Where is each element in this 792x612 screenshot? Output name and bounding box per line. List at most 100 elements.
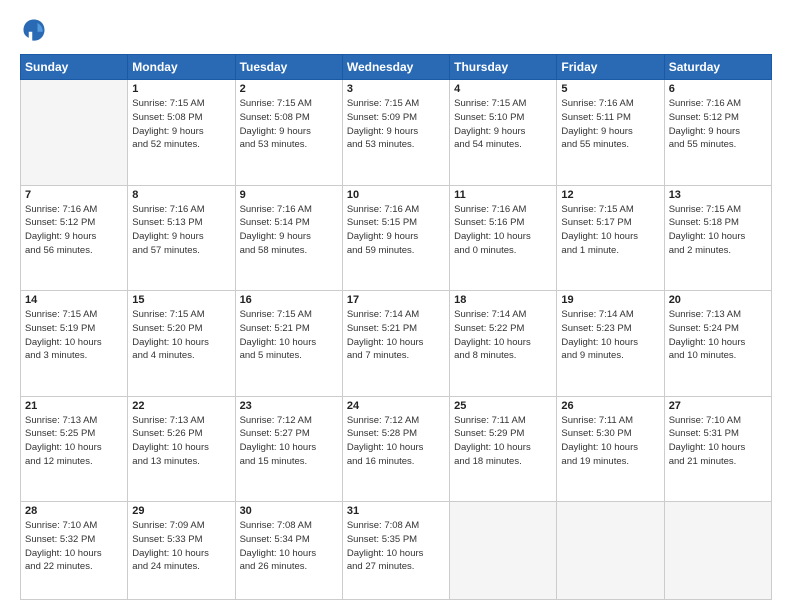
day-number: 12 xyxy=(561,189,659,201)
day-number: 24 xyxy=(347,400,445,412)
day-of-week-header: Saturday xyxy=(664,55,771,80)
calendar-day-cell: 16Sunrise: 7:15 AMSunset: 5:21 PMDayligh… xyxy=(235,291,342,397)
day-of-week-header: Sunday xyxy=(21,55,128,80)
day-of-week-header: Wednesday xyxy=(342,55,449,80)
calendar-day-cell: 22 Sunrise: 7:13 AMSunset: 5:26 PMDayligh… xyxy=(128,396,235,502)
day-info: Sunrise: 7:14 AMSunset: 5:21 PMDaylight:… xyxy=(347,308,445,363)
logo-icon xyxy=(20,16,48,44)
calendar-day-cell: 11 Sunrise: 7:16 AMSunset: 5:16 PMDayligh… xyxy=(450,185,557,291)
calendar-day-cell: 19 Sunrise: 7:14 AMSunset: 5:23 PMDayligh… xyxy=(557,291,664,397)
day-info: Sunrise: 7:16 AMSunset: 5:12 PMDaylight:… xyxy=(25,203,123,258)
day-info: Sunrise: 7:16 AMSunset: 5:11 PMDaylight:… xyxy=(561,97,659,152)
calendar-day-cell xyxy=(21,80,128,186)
day-info: Sunrise: 7:15 AMSunset: 5:09 PMDaylight:… xyxy=(347,97,445,152)
day-info: Sunrise: 7:12 AMSunset: 5:28 PMDaylight:… xyxy=(347,414,445,469)
calendar-day-cell: 21 Sunrise: 7:13 AMSunset: 5:25 PMDayligh… xyxy=(21,396,128,502)
day-number: 11 xyxy=(454,189,552,201)
day-number: 18 xyxy=(454,294,552,306)
day-number: 19 xyxy=(561,294,659,306)
calendar-day-cell: 2 Sunrise: 7:15 AMSunset: 5:08 PMDaylight… xyxy=(235,80,342,186)
day-info: Sunrise: 7:11 AMSunset: 5:29 PMDaylight:… xyxy=(454,414,552,469)
day-number: 7 xyxy=(25,189,123,201)
day-number: 4 xyxy=(454,83,552,95)
calendar-week-row: 14 Sunrise: 7:15 AMSunset: 5:19 PMDayligh… xyxy=(21,291,772,397)
calendar-day-cell: 1Sunrise: 7:15 AMSunset: 5:08 PMDaylight… xyxy=(128,80,235,186)
day-info: Sunrise: 7:15 AMSunset: 5:19 PMDaylight:… xyxy=(25,308,123,363)
calendar-day-cell: 31Sunrise: 7:08 AMSunset: 5:35 PMDayligh… xyxy=(342,502,449,600)
day-info: Sunrise: 7:10 AMSunset: 5:32 PMDaylight:… xyxy=(25,519,123,574)
calendar-day-cell: 27 Sunrise: 7:10 AMSunset: 5:31 PMDayligh… xyxy=(664,396,771,502)
day-info: Sunrise: 7:11 AMSunset: 5:30 PMDaylight:… xyxy=(561,414,659,469)
calendar-day-cell: 8 Sunrise: 7:16 AMSunset: 5:13 PMDaylight… xyxy=(128,185,235,291)
day-number: 26 xyxy=(561,400,659,412)
day-number: 8 xyxy=(132,189,230,201)
calendar-day-cell: 30 Sunrise: 7:08 AMSunset: 5:34 PMDayligh… xyxy=(235,502,342,600)
calendar-day-cell: 4 Sunrise: 7:15 AMSunset: 5:10 PMDaylight… xyxy=(450,80,557,186)
calendar-week-row: 28 Sunrise: 7:10 AMSunset: 5:32 PMDayligh… xyxy=(21,502,772,600)
day-info: Sunrise: 7:14 AMSunset: 5:22 PMDaylight:… xyxy=(454,308,552,363)
day-of-week-header: Monday xyxy=(128,55,235,80)
calendar-day-cell: 15Sunrise: 7:15 AMSunset: 5:20 PMDayligh… xyxy=(128,291,235,397)
day-info: Sunrise: 7:15 AMSunset: 5:20 PMDaylight:… xyxy=(132,308,230,363)
calendar-day-cell: 12 Sunrise: 7:15 AMSunset: 5:17 PMDayligh… xyxy=(557,185,664,291)
calendar-body: 1 Sunrise: 7:15 AMSunset: 5:08 PMDaylight… xyxy=(21,80,772,600)
calendar-day-cell xyxy=(450,502,557,600)
day-number: 14 xyxy=(25,294,123,306)
day-info: Sunrise: 7:08 AMSunset: 5:34 PMDaylight:… xyxy=(240,519,338,574)
day-number: 20 xyxy=(669,294,767,306)
day-number: 1 xyxy=(132,83,230,95)
calendar-day-cell: 20Sunrise: 7:13 AMSunset: 5:24 PMDayligh… xyxy=(664,291,771,397)
day-number: 10 xyxy=(347,189,445,201)
day-info: Sunrise: 7:14 AMSunset: 5:23 PMDaylight:… xyxy=(561,308,659,363)
calendar-day-cell: 7 Sunrise: 7:16 AMSunset: 5:12 PMDaylight… xyxy=(21,185,128,291)
day-info: Sunrise: 7:15 AMSunset: 5:10 PMDaylight:… xyxy=(454,97,552,152)
day-number: 25 xyxy=(454,400,552,412)
calendar-header: SundayMondayTuesdayWednesdayThursdayFrid… xyxy=(21,55,772,80)
day-info: Sunrise: 7:15 AMSunset: 5:18 PMDaylight:… xyxy=(669,203,767,258)
day-info: Sunrise: 7:10 AMSunset: 5:31 PMDaylight:… xyxy=(669,414,767,469)
day-info: Sunrise: 7:16 AMSunset: 5:14 PMDaylight:… xyxy=(240,203,338,258)
day-number: 22 xyxy=(132,400,230,412)
calendar-day-cell: 3 Sunrise: 7:15 AMSunset: 5:09 PMDaylight… xyxy=(342,80,449,186)
calendar-day-cell: 14 Sunrise: 7:15 AMSunset: 5:19 PMDayligh… xyxy=(21,291,128,397)
day-number: 30 xyxy=(240,505,338,517)
day-number: 29 xyxy=(132,505,230,517)
day-info: Sunrise: 7:15 AMSunset: 5:08 PMDaylight:… xyxy=(240,97,338,152)
day-info: Sunrise: 7:13 AMSunset: 5:25 PMDaylight:… xyxy=(25,414,123,469)
day-info: Sunrise: 7:16 AMSunset: 5:13 PMDaylight:… xyxy=(132,203,230,258)
calendar-day-cell: 5 Sunrise: 7:16 AMSunset: 5:11 PMDaylight… xyxy=(557,80,664,186)
calendar-day-cell xyxy=(664,502,771,600)
day-number: 5 xyxy=(561,83,659,95)
page: SundayMondayTuesdayWednesdayThursdayFrid… xyxy=(0,0,792,612)
day-info: Sunrise: 7:13 AMSunset: 5:26 PMDaylight:… xyxy=(132,414,230,469)
calendar-day-cell: 25 Sunrise: 7:11 AMSunset: 5:29 PMDayligh… xyxy=(450,396,557,502)
day-info: Sunrise: 7:15 AMSunset: 5:17 PMDaylight:… xyxy=(561,203,659,258)
calendar-day-cell: 18 Sunrise: 7:14 AMSunset: 5:22 PMDayligh… xyxy=(450,291,557,397)
day-number: 6 xyxy=(669,83,767,95)
calendar-day-cell: 28 Sunrise: 7:10 AMSunset: 5:32 PMDayligh… xyxy=(21,502,128,600)
day-of-week-header: Friday xyxy=(557,55,664,80)
day-number: 21 xyxy=(25,400,123,412)
calendar-day-cell: 26 Sunrise: 7:11 AMSunset: 5:30 PMDayligh… xyxy=(557,396,664,502)
day-number: 28 xyxy=(25,505,123,517)
calendar-day-cell: 17 Sunrise: 7:14 AMSunset: 5:21 PMDayligh… xyxy=(342,291,449,397)
day-number: 2 xyxy=(240,83,338,95)
day-number: 13 xyxy=(669,189,767,201)
calendar-day-cell: 24 Sunrise: 7:12 AMSunset: 5:28 PMDayligh… xyxy=(342,396,449,502)
calendar-table: SundayMondayTuesdayWednesdayThursdayFrid… xyxy=(20,54,772,600)
calendar-day-cell: 29Sunrise: 7:09 AMSunset: 5:33 PMDayligh… xyxy=(128,502,235,600)
calendar-day-cell: 13 Sunrise: 7:15 AMSunset: 5:18 PMDayligh… xyxy=(664,185,771,291)
day-info: Sunrise: 7:16 AMSunset: 5:16 PMDaylight:… xyxy=(454,203,552,258)
day-number: 9 xyxy=(240,189,338,201)
day-info: Sunrise: 7:16 AMSunset: 5:12 PMDaylight:… xyxy=(669,97,767,152)
day-number: 17 xyxy=(347,294,445,306)
day-number: 16 xyxy=(240,294,338,306)
calendar-week-row: 21 Sunrise: 7:13 AMSunset: 5:25 PMDayligh… xyxy=(21,396,772,502)
day-number: 3 xyxy=(347,83,445,95)
day-number: 27 xyxy=(669,400,767,412)
days-of-week-row: SundayMondayTuesdayWednesdayThursdayFrid… xyxy=(21,55,772,80)
day-info: Sunrise: 7:08 AMSunset: 5:35 PMDaylight:… xyxy=(347,519,445,574)
day-number: 23 xyxy=(240,400,338,412)
calendar-week-row: 1 Sunrise: 7:15 AMSunset: 5:08 PMDaylight… xyxy=(21,80,772,186)
logo xyxy=(20,16,52,44)
